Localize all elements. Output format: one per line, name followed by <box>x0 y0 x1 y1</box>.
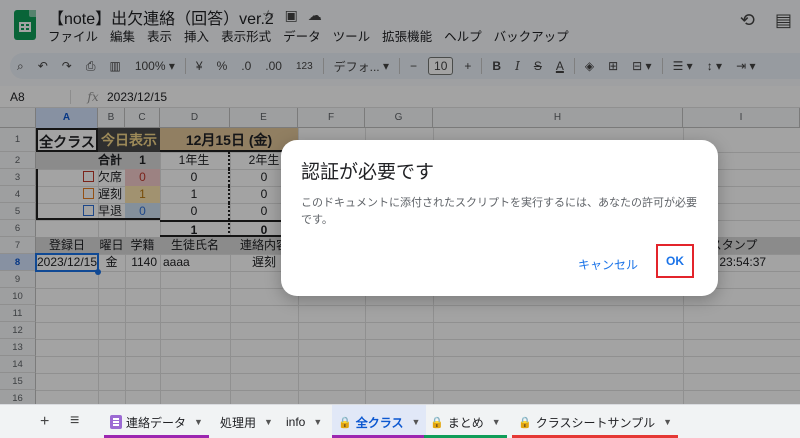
dialog-title: 認証が必要です <box>301 162 435 183</box>
form-icon <box>110 415 122 429</box>
tab-contact-data[interactable]: 連絡データ ▼ <box>104 405 209 438</box>
lock-icon: 🔒 <box>430 416 444 429</box>
lock-icon: 🔒 <box>338 416 352 429</box>
tab-processing[interactable]: 処理用 ▼ <box>214 405 279 438</box>
chevron-down-icon[interactable]: ▼ <box>411 417 420 427</box>
tab-all-class[interactable]: 🔒 全クラス ▼ <box>332 405 427 438</box>
tab-label: 全クラス <box>355 415 404 430</box>
lock-icon: 🔒 <box>518 416 532 429</box>
all-sheets-button[interactable]: ≡ <box>70 412 79 430</box>
spreadsheet-app: 【note】出欠連絡（回答）ver.2 ☆ ▣ ☁ ファイル 編集 表示 挿入 … <box>0 0 800 438</box>
chevron-down-icon[interactable]: ▼ <box>492 417 501 427</box>
chevron-down-icon[interactable]: ▼ <box>663 417 672 427</box>
chevron-down-icon[interactable]: ▼ <box>264 417 273 427</box>
add-sheet-button[interactable]: + <box>40 413 49 431</box>
tab-label: 処理用 <box>220 415 257 430</box>
tab-label: まとめ <box>447 415 484 430</box>
tab-summary[interactable]: 🔒 まとめ ▼ <box>424 405 507 438</box>
chevron-down-icon[interactable]: ▼ <box>194 417 203 427</box>
tab-label: info <box>286 415 306 429</box>
ok-button[interactable]: OK <box>656 244 694 278</box>
chevron-down-icon[interactable]: ▼ <box>313 417 322 427</box>
cancel-button[interactable]: キャンセル <box>574 252 642 277</box>
tab-label: クラスシートサンプル <box>535 415 656 430</box>
tab-class-sheet-sample[interactable]: 🔒 クラスシートサンプル ▼ <box>512 405 679 438</box>
tab-info[interactable]: info ▼ <box>280 405 328 438</box>
tab-label: 連絡データ <box>126 415 187 430</box>
auth-dialog: 認証が必要です このドキュメントに添付されたスクリプトを実行するには、あなたの許… <box>281 140 718 296</box>
sheet-tab-bar: + ≡ 連絡データ ▼ 処理用 ▼ info ▼ 🔒 全クラス ▼ 🔒 まとめ … <box>0 404 800 438</box>
dialog-body: このドキュメントに添付されたスクリプトを実行するには、あなたの許可が必要です。 <box>301 197 697 226</box>
